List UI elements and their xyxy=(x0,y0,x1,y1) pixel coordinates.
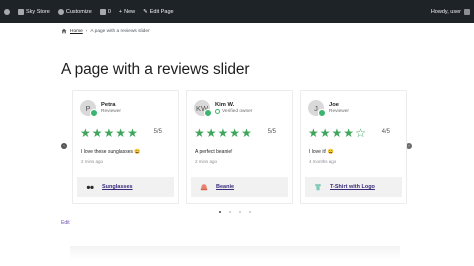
review-text: I love it! 😄 xyxy=(309,149,334,155)
star-filled-icon: ★ xyxy=(205,126,217,140)
edit-link[interactable]: Edit xyxy=(61,220,70,226)
product-link-box[interactable]: Sunglasses xyxy=(77,177,174,197)
star-filled-icon: ★ xyxy=(103,126,115,140)
star-rating: ★ ★ ★ ★ ☆ xyxy=(308,127,366,139)
verified-check-icon xyxy=(204,109,212,117)
breadcrumb-current: A page with a reviews slider xyxy=(90,28,150,34)
star-filled-icon: ★ xyxy=(127,126,138,140)
star-filled-icon: ★ xyxy=(115,126,127,140)
footer-divider xyxy=(70,246,400,260)
reviewer-header: KW Kim W. Verified owner xyxy=(194,100,252,117)
new-label: New xyxy=(124,8,136,15)
reviewer-name: Joe xyxy=(329,102,339,108)
comments-count: 0 xyxy=(107,8,111,15)
review-date: 2 mins ago xyxy=(195,159,218,164)
reviewer-name: Petra xyxy=(101,102,116,108)
rating-text: 5/5 xyxy=(267,129,276,135)
rating-text: 4/5 xyxy=(381,129,390,135)
slider-dot[interactable] xyxy=(219,211,221,213)
review-date: 4 months ago xyxy=(309,159,337,164)
star-filled-icon: ★ xyxy=(80,126,91,140)
plus-icon: + xyxy=(118,8,123,15)
product-name-link[interactable]: T-Shirt with Logo xyxy=(330,184,375,190)
product-name-link[interactable]: Sunglasses xyxy=(102,184,133,190)
user-avatar-icon xyxy=(464,8,470,15)
star-filled-icon: ★ xyxy=(319,126,331,140)
review-card: KW Kim W. Verified owner ★ ★ ★ ★ ★ 5/5 A per… xyxy=(186,90,293,204)
star-filled-icon: ★ xyxy=(91,126,103,140)
product-link-box[interactable]: T-Shirt with Logo xyxy=(305,177,402,197)
star-rating: ★ ★ ★ ★ ★ xyxy=(80,127,138,139)
pencil-icon: ✎ xyxy=(143,8,148,15)
reviewer-name: Kim W. xyxy=(215,102,235,108)
account-menu[interactable]: Howdy, user xyxy=(430,8,474,15)
reviewer-role: Reviewer xyxy=(101,109,121,114)
home-icon xyxy=(61,28,67,34)
comment-icon xyxy=(99,8,106,15)
reviewer-header: P Petra Reviewer xyxy=(80,100,121,117)
breadcrumb: Home › A page with a reviews slider xyxy=(61,28,150,34)
star-filled-icon: ★ xyxy=(217,126,229,140)
breadcrumb-home-link[interactable]: Home xyxy=(70,29,83,34)
star-filled-icon: ★ xyxy=(194,126,205,140)
edit-page-menu[interactable]: ✎ Edit Page xyxy=(139,0,177,23)
verified-badge-icon xyxy=(215,109,220,114)
review-cards: P Petra Reviewer ★ ★ ★ ★ ★ 5/5 I love these … xyxy=(72,90,407,204)
reviewer-role-text: Reviewer xyxy=(329,109,349,114)
verified-check-icon xyxy=(90,109,98,117)
rating-text: 5/5 xyxy=(153,129,162,135)
review-card: P Petra Reviewer ★ ★ ★ ★ ★ 5/5 I love these … xyxy=(72,90,179,204)
home-icon xyxy=(18,8,24,15)
brush-icon xyxy=(57,8,64,15)
review-date: 2 mins ago xyxy=(81,159,104,164)
star-filled-icon: ★ xyxy=(331,126,343,140)
review-text: I love these sunglasses 😄 xyxy=(81,149,141,155)
customize-menu[interactable]: Customize xyxy=(54,0,96,23)
customize-label: Customize xyxy=(65,8,92,15)
beanie-icon xyxy=(200,184,208,191)
star-filled-icon: ★ xyxy=(343,126,355,140)
reviewer-role: Reviewer xyxy=(329,109,349,114)
reviews-slider: ‹ › P Petra Reviewer ★ ★ ★ ★ ★ 5/5 I love th… xyxy=(60,88,414,218)
wordpress-logo-icon xyxy=(4,8,10,15)
site-name: Sky Store xyxy=(26,8,50,15)
tshirt-icon xyxy=(314,183,322,191)
product-name-link[interactable]: Beanie xyxy=(216,184,234,190)
new-content-menu[interactable]: + New xyxy=(115,0,139,23)
breadcrumb-separator: › xyxy=(85,28,88,34)
star-filled-icon: ★ xyxy=(308,126,319,140)
slider-dot[interactable] xyxy=(249,211,251,213)
star-filled-icon: ★ xyxy=(241,126,252,140)
sunglasses-icon xyxy=(86,185,94,189)
admin-bar: Sky Store Customize 0 + New ✎ Edit Page … xyxy=(0,0,474,23)
wordpress-logo-menu[interactable] xyxy=(0,0,14,23)
star-empty-icon: ☆ xyxy=(355,126,366,140)
reviewer-role-text: Verified owner xyxy=(222,109,253,114)
star-filled-icon: ★ xyxy=(229,126,241,140)
reviewer-header: J Joe Reviewer xyxy=(308,100,349,117)
reviewer-avatar: J xyxy=(308,100,326,117)
page-title: A page with a reviews slider xyxy=(61,61,250,78)
review-text: A perfect beanie! xyxy=(195,149,233,155)
comments-menu[interactable]: 0 xyxy=(96,0,115,23)
star-rating: ★ ★ ★ ★ ★ xyxy=(194,127,252,139)
slider-dot[interactable] xyxy=(239,211,241,213)
reviewer-avatar: P xyxy=(80,100,98,117)
review-card: J Joe Reviewer ★ ★ ★ ★ ☆ 4/5 I love it! 😄 4 … xyxy=(300,90,407,204)
reviewer-avatar: KW xyxy=(194,100,212,117)
reviewer-role-text: Reviewer xyxy=(101,109,121,114)
slider-dot[interactable] xyxy=(229,211,231,213)
slider-pagination xyxy=(219,211,251,213)
product-link-box[interactable]: Beanie xyxy=(191,177,288,197)
verified-check-icon xyxy=(318,109,326,117)
edit-page-label: Edit Page xyxy=(149,8,174,15)
reviewer-role: Verified owner xyxy=(215,109,252,114)
greeting: Howdy, user xyxy=(430,8,461,15)
site-name-menu[interactable]: Sky Store xyxy=(14,0,54,23)
previous-arrow-icon[interactable]: ‹ xyxy=(61,143,67,149)
